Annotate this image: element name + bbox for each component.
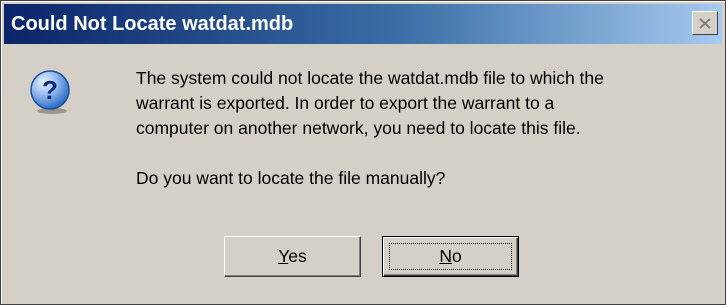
message-line: warrant is exported. In order to export … xyxy=(136,93,555,113)
close-button[interactable] xyxy=(692,11,718,35)
message-line: The system could not locate the watdat.m… xyxy=(136,68,604,88)
title-bar[interactable]: Could Not Locate watdat.mdb xyxy=(4,4,722,44)
yes-label-rest: es xyxy=(288,246,307,266)
close-icon xyxy=(699,17,711,29)
yes-mnemonic: Y xyxy=(278,246,289,266)
no-button-label: No xyxy=(383,246,518,267)
no-label-rest: o xyxy=(451,246,462,266)
question-icon: ? xyxy=(28,70,72,114)
no-button[interactable]: No xyxy=(382,236,519,277)
no-mnemonic: N xyxy=(439,246,452,266)
svg-text:?: ? xyxy=(42,75,58,105)
dialog-window: Could Not Locate watdat.mdb ? The system… xyxy=(0,0,726,305)
yes-button-label: Yes xyxy=(225,246,360,267)
question-text: Do you want to locate the file manually? xyxy=(136,168,446,188)
message-area: The system could not locate the watdat.m… xyxy=(136,66,726,191)
message-line: computer on another network, you need to… xyxy=(136,118,581,138)
message-text: The system could not locate the watdat.m… xyxy=(136,66,726,141)
dialog-title: Could Not Locate watdat.mdb xyxy=(11,13,294,35)
yes-button[interactable]: Yes xyxy=(224,236,361,277)
